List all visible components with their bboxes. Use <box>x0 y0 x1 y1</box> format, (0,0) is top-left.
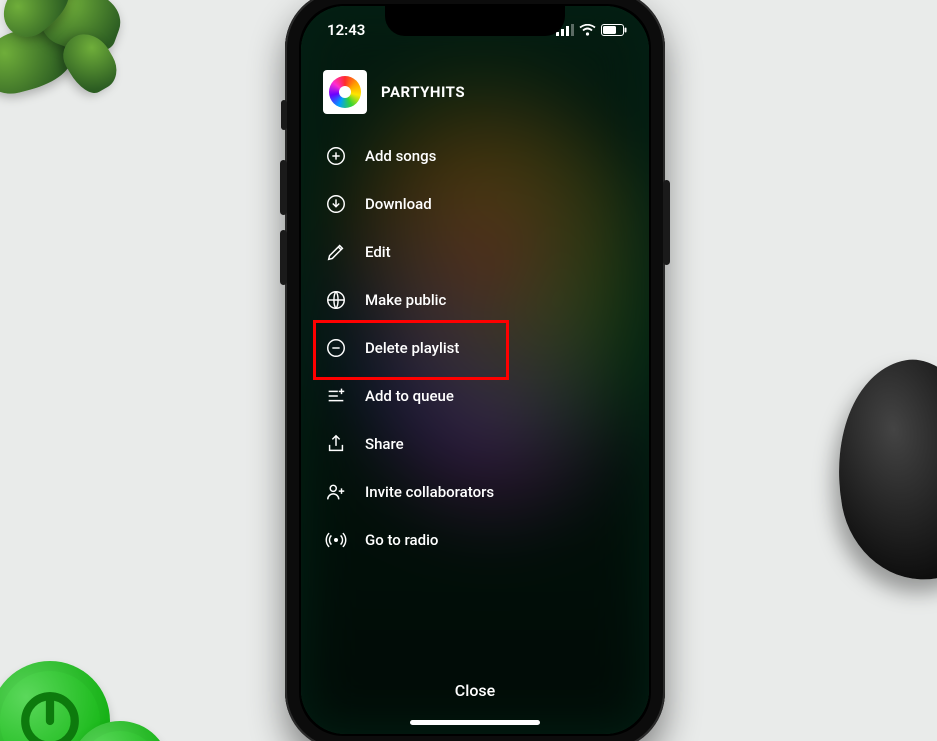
phone-screen: 12:43 <box>301 6 649 734</box>
menu-item-label: Edit <box>365 243 391 261</box>
playlist-artwork <box>323 70 367 114</box>
share-icon <box>325 433 347 455</box>
action-menu: Add songs Download Edit <box>323 132 627 564</box>
menu-item-invite-collaborators[interactable]: Invite collaborators <box>323 468 627 516</box>
desk-plant <box>0 0 130 120</box>
status-time: 12:43 <box>327 21 365 39</box>
menu-item-edit[interactable]: Edit <box>323 228 627 276</box>
menu-item-label: Go to radio <box>365 531 438 549</box>
radio-icon <box>325 529 347 551</box>
close-label: Close <box>455 681 495 700</box>
status-indicators <box>556 24 627 36</box>
phone-frame: 12:43 <box>285 0 665 741</box>
pencil-icon <box>325 241 347 263</box>
phone-notch <box>385 6 565 36</box>
menu-item-label: Invite collaborators <box>365 483 494 501</box>
queue-icon <box>325 385 347 407</box>
battery-icon <box>601 24 627 36</box>
menu-item-delete-playlist[interactable]: Delete playlist <box>323 324 627 372</box>
menu-item-go-to-radio[interactable]: Go to radio <box>323 516 627 564</box>
menu-item-share[interactable]: Share <box>323 420 627 468</box>
menu-item-label: Make public <box>365 291 446 309</box>
menu-item-download[interactable]: Download <box>323 180 627 228</box>
menu-item-make-public[interactable]: Make public <box>323 276 627 324</box>
desk-mouse <box>819 348 937 592</box>
playlist-header: PARTYHITS <box>323 70 627 114</box>
menu-item-add-to-queue[interactable]: Add to queue <box>323 372 627 420</box>
wifi-icon <box>579 24 596 36</box>
plus-circle-icon <box>325 145 347 167</box>
home-indicator[interactable] <box>410 720 540 725</box>
playlist-title: PARTYHITS <box>381 83 465 101</box>
menu-item-label: Add songs <box>365 147 436 165</box>
menu-item-label: Add to queue <box>365 387 454 405</box>
person-plus-icon <box>325 481 347 503</box>
menu-item-label: Download <box>365 195 432 213</box>
download-circle-icon <box>325 193 347 215</box>
menu-item-label: Share <box>365 435 404 453</box>
menu-item-add-songs[interactable]: Add songs <box>323 132 627 180</box>
menu-item-label: Delete playlist <box>365 339 459 357</box>
globe-icon <box>325 289 347 311</box>
close-button[interactable]: Close <box>301 681 649 700</box>
playlist-action-sheet: PARTYHITS Add songs Download <box>301 50 649 564</box>
minus-circle-icon <box>325 337 347 359</box>
